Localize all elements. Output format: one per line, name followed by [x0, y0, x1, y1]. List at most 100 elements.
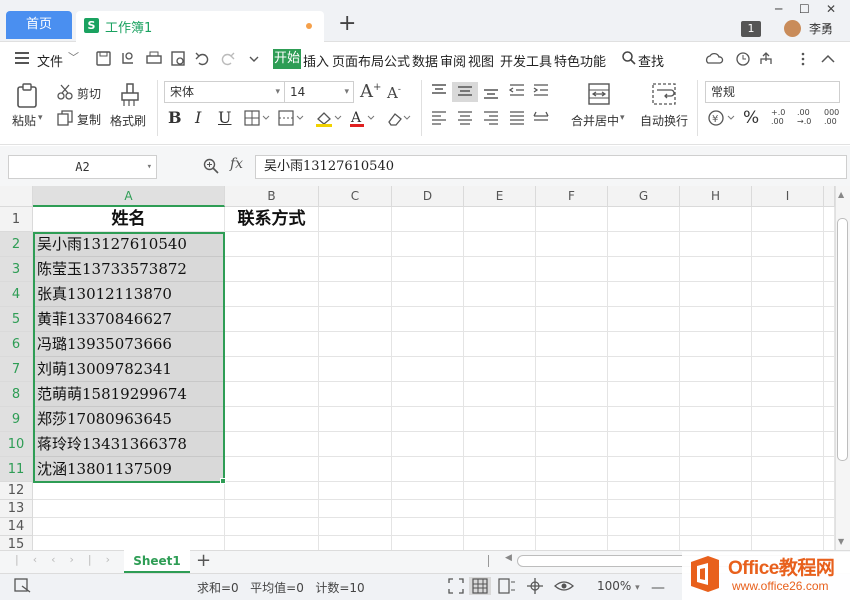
- cell[interactable]: [536, 407, 608, 432]
- cell[interactable]: [824, 500, 835, 518]
- distributed-icon[interactable]: [533, 111, 549, 121]
- cell[interactable]: [752, 207, 824, 232]
- italic-icon[interactable]: I: [195, 108, 201, 127]
- font-size-select[interactable]: 14 ▾: [284, 81, 354, 103]
- menu-developer[interactable]: 开发工具: [500, 51, 552, 70]
- zoom-formula-icon[interactable]: [203, 158, 219, 174]
- column-header-i[interactable]: I: [752, 186, 824, 207]
- row-header-10[interactable]: 10: [0, 432, 33, 457]
- row-header-12[interactable]: 12: [0, 482, 33, 500]
- merge-center-icon[interactable]: [587, 82, 611, 106]
- cell[interactable]: [752, 257, 824, 282]
- cell[interactable]: [752, 407, 824, 432]
- menu-view[interactable]: 视图: [468, 51, 494, 70]
- cell[interactable]: [319, 257, 392, 282]
- cell[interactable]: [680, 407, 752, 432]
- cell[interactable]: [608, 457, 680, 482]
- increase-indent-icon[interactable]: [533, 84, 548, 96]
- decrease-indent-icon[interactable]: [508, 84, 524, 96]
- cell[interactable]: [752, 518, 824, 536]
- export-icon[interactable]: [122, 52, 133, 64]
- cell[interactable]: [225, 307, 319, 332]
- font-name-select[interactable]: 宋体 ▾: [164, 81, 285, 103]
- row-header-14[interactable]: 14: [0, 518, 33, 536]
- cell[interactable]: [319, 432, 392, 457]
- redo-icon[interactable]: [221, 52, 235, 66]
- menu-formula[interactable]: 公式: [384, 51, 410, 70]
- zoom-out-icon[interactable]: —: [651, 580, 665, 596]
- cell[interactable]: [392, 307, 464, 332]
- cell[interactable]: [824, 432, 835, 457]
- cell[interactable]: [824, 407, 835, 432]
- align-bottom-icon[interactable]: [484, 89, 498, 99]
- decrease-decimal-icon[interactable]: .00 →.0: [797, 108, 811, 126]
- format-painter-icon[interactable]: [118, 82, 142, 108]
- cell[interactable]: [608, 382, 680, 407]
- cell[interactable]: [225, 382, 319, 407]
- cell[interactable]: [225, 332, 319, 357]
- merge-dropdown-icon[interactable]: ▾: [620, 113, 625, 123]
- column-header-b[interactable]: B: [225, 186, 319, 207]
- cell[interactable]: [392, 536, 464, 550]
- more-icon[interactable]: [801, 52, 805, 66]
- paste-button[interactable]: 粘贴: [12, 112, 36, 129]
- cell[interactable]: [824, 307, 835, 332]
- cell[interactable]: [608, 307, 680, 332]
- currency-icon[interactable]: ¥: [707, 109, 737, 127]
- cell[interactable]: [752, 357, 824, 382]
- column-header-d[interactable]: D: [392, 186, 464, 207]
- thousands-icon[interactable]: 000.00: [824, 108, 839, 126]
- cell[interactable]: [824, 518, 835, 536]
- cell[interactable]: [464, 382, 536, 407]
- cell[interactable]: [319, 457, 392, 482]
- cell[interactable]: [536, 536, 608, 550]
- sheet-nav-icons[interactable]: |‹‹›|›: [15, 553, 124, 566]
- cell[interactable]: [392, 382, 464, 407]
- user-name[interactable]: 李勇: [809, 20, 833, 37]
- menu-special[interactable]: 特色功能: [554, 51, 606, 70]
- cell[interactable]: [464, 432, 536, 457]
- cell[interactable]: [536, 482, 608, 500]
- history-icon[interactable]: [736, 52, 750, 66]
- cell[interactable]: [824, 457, 835, 482]
- column-header-f[interactable]: F: [536, 186, 608, 207]
- cell[interactable]: [536, 382, 608, 407]
- menu-data[interactable]: 数据: [412, 51, 438, 70]
- cell[interactable]: [319, 500, 392, 518]
- copy-icon[interactable]: [57, 110, 73, 126]
- row-header-7[interactable]: 7: [0, 357, 33, 382]
- cell[interactable]: [225, 482, 319, 500]
- cell[interactable]: [608, 257, 680, 282]
- tab-home[interactable]: 首页: [6, 11, 72, 39]
- reading-mode-icon[interactable]: [527, 578, 543, 594]
- cell[interactable]: [392, 407, 464, 432]
- column-header-e[interactable]: E: [464, 186, 536, 207]
- decrease-font-icon[interactable]: A-: [387, 84, 401, 102]
- bold-icon[interactable]: B: [168, 108, 182, 127]
- number-format-select[interactable]: 常规: [705, 81, 840, 103]
- cut-button[interactable]: 剪切: [77, 85, 101, 102]
- column-header-h[interactable]: H: [680, 186, 752, 207]
- row-header-13[interactable]: 13: [0, 500, 33, 518]
- cell[interactable]: [824, 207, 835, 232]
- cell[interactable]: [464, 307, 536, 332]
- cell[interactable]: [319, 382, 392, 407]
- paste-icon[interactable]: [15, 83, 41, 109]
- cell[interactable]: [464, 518, 536, 536]
- cell[interactable]: [824, 382, 835, 407]
- cell[interactable]: [608, 282, 680, 307]
- cell[interactable]: [680, 457, 752, 482]
- cell[interactable]: [536, 500, 608, 518]
- cell[interactable]: [536, 307, 608, 332]
- cell[interactable]: [536, 257, 608, 282]
- cell[interactable]: [752, 536, 824, 550]
- cell[interactable]: [752, 332, 824, 357]
- window-count-badge[interactable]: 1: [741, 21, 761, 37]
- cell[interactable]: [464, 257, 536, 282]
- column-header-j[interactable]: [824, 186, 835, 207]
- cell[interactable]: [319, 518, 392, 536]
- cell[interactable]: [680, 357, 752, 382]
- row-header-5[interactable]: 5: [0, 307, 33, 332]
- font-color-icon[interactable]: A: [350, 110, 375, 127]
- macro-icon[interactable]: [14, 578, 32, 594]
